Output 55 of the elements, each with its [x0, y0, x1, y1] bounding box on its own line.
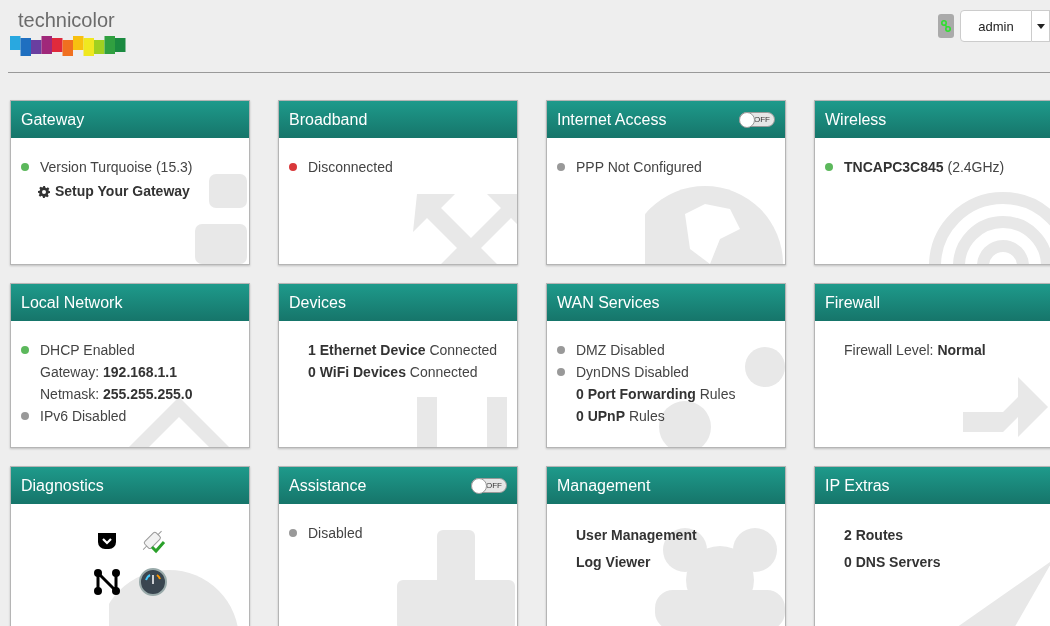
status-text: PPP Not Configured [576, 158, 702, 177]
toggle-switch[interactable]: OFF [739, 112, 775, 127]
card-title: Broadband [289, 110, 368, 129]
dashboard-card[interactable]: Wireless TNCAPC3C845 (2.4GHz) [814, 100, 1050, 265]
info-text: 0 UPnP Rules [576, 407, 665, 426]
status-text: DMZ Disabled [576, 341, 665, 360]
status-text: DynDNS Disabled [576, 363, 689, 382]
dashboard-card[interactable]: IP Extras 2 Routes 0 DNS Servers [814, 466, 1050, 626]
status-text: IPv6 Disabled [40, 407, 127, 426]
dashboard-card[interactable]: Broadband Disconnected [278, 100, 518, 265]
status-text: TNCAPC3C845 (2.4GHz) [844, 158, 1005, 177]
info-text: 0 WiFi Devices Connected [308, 363, 478, 382]
info-text: Firewall Level: Normal [844, 341, 986, 360]
logo-text: technicolor [17, 8, 116, 32]
card-title: Management [557, 476, 651, 495]
info-text: 1 Ethernet Device Connected [308, 341, 498, 360]
info-text: Netmask: 255.255.255.0 [40, 385, 193, 404]
dashboard-card[interactable]: WAN Services DMZ Disabled DynDNS Disabled 0 Port Forwarding Rules 0 UPnP Rules [546, 283, 786, 448]
card-link[interactable]: Log Viewer [576, 549, 651, 576]
card-title: Assistance [289, 476, 367, 495]
user-menu-button[interactable]: admin [960, 10, 1032, 42]
dashboard-card[interactable]: Firewall Firewall Level: Normal [814, 283, 1050, 448]
chevron-down-icon[interactable] [98, 533, 116, 549]
card-link[interactable]: 2 Routes [844, 522, 904, 549]
info-text: 0 Port Forwarding Rules [576, 385, 736, 404]
setup-link[interactable]: Setup Your Gateway [38, 178, 190, 205]
card-title: Diagnostics [21, 476, 104, 495]
network-nodes-icon[interactable] [94, 569, 120, 595]
card-title: Internet Access [557, 110, 667, 129]
dashboard-card[interactable]: Gateway Version Turquoise (15.3) Setup Your Gateway [10, 100, 250, 265]
dropdown-caret-button[interactable] [1032, 10, 1050, 42]
dashboard-card[interactable]: Management User Management Log Viewer [546, 466, 786, 626]
card-title: IP Extras [825, 476, 890, 495]
dashboard-card[interactable]: Internet Access OFF PPP Not Configured [546, 100, 786, 265]
toggle-switch[interactable]: OFF [471, 478, 507, 493]
card-title: Local Network [21, 293, 123, 312]
caret-icon [1036, 23, 1045, 29]
status-text: Version Turquoise (15.3) [40, 158, 193, 177]
info-text: Gateway: 192.168.1.1 [40, 363, 177, 382]
speedometer-icon[interactable] [139, 568, 167, 596]
settings-icon [38, 185, 50, 198]
dashboard-card[interactable]: Local Network DHCP Enabled Gateway: 192.168.1.1 Netmask: 255.255.255.0 IPv6 Disabled [10, 283, 250, 448]
card-title: Devices [289, 293, 346, 312]
dashboard-card[interactable]: Assistance OFF Disabled [278, 466, 518, 626]
status-text: Disabled [308, 524, 363, 543]
card-title: Firewall [825, 293, 881, 312]
dashboard-card[interactable]: Diagnostics [10, 466, 250, 626]
card-title: Gateway [21, 110, 85, 129]
card-link[interactable]: 0 DNS Servers [844, 549, 941, 576]
status-text: Disconnected [308, 158, 393, 177]
status-text: DHCP Enabled [40, 341, 135, 360]
card-link[interactable]: User Management [576, 522, 697, 549]
card-title: Wireless [825, 110, 887, 129]
card-title: WAN Services [557, 293, 660, 312]
dashboard-card[interactable]: Devices 1 Ethernet Device Connected 0 WiFi Devices Connected [278, 283, 518, 448]
